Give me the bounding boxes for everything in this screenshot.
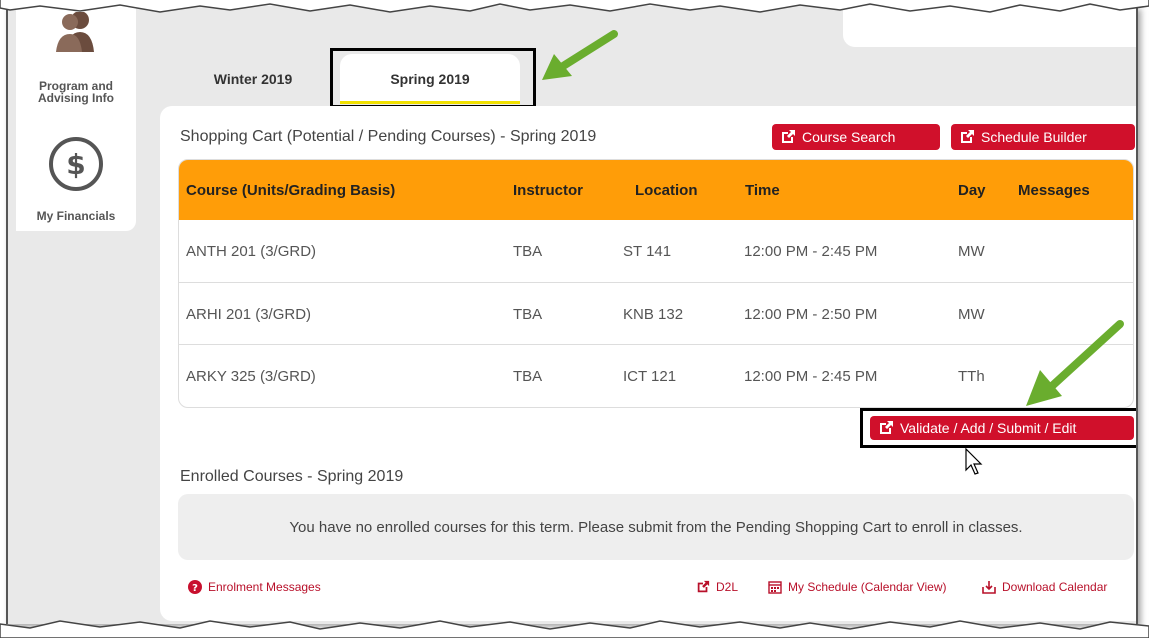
col-course: Course (Units/Grading Basis) (186, 181, 396, 199)
sidebar-item-my-financials[interactable]: $ My Financials (16, 136, 136, 222)
my-schedule-link[interactable]: My Schedule (Calendar View) (768, 578, 947, 596)
cell-instructor: TBA (513, 367, 543, 385)
cell-course: ARKY 325 (3/GRD) (186, 367, 316, 385)
cell-time: 12:00 PM - 2:45 PM (744, 242, 878, 260)
d2l-label: D2L (716, 580, 739, 594)
annotation-arrow-icon (1026, 320, 1124, 406)
cell-time: 12:00 PM - 2:50 PM (744, 305, 878, 323)
external-link-icon (782, 130, 795, 143)
col-time: Time (745, 181, 780, 199)
sidebar: Program and Advising Info $ My Financial… (16, 6, 136, 231)
sidebar-label-program: Program and Advising Info (38, 79, 114, 105)
cell-location: ST 141 (623, 242, 672, 260)
calendar-icon (768, 581, 782, 594)
download-calendar-link[interactable]: Download Calendar (982, 578, 1107, 596)
cell-day: TTh (958, 367, 985, 385)
table-row: ARKY 325 (3/GRD) TBA ICT 121 12:00 PM - … (179, 344, 1133, 406)
torn-edge-top (0, 0, 1149, 13)
cell-course: ARHI 201 (3/GRD) (186, 305, 312, 323)
shopping-cart-title: Shopping Cart (Potential / Pending Cours… (180, 128, 597, 145)
col-location: Location (635, 181, 698, 199)
cell-instructor: TBA (513, 242, 543, 260)
cell-location: KNB 132 (623, 305, 684, 323)
table-row: ANTH 201 (3/GRD) TBA ST 141 12:00 PM - 2… (179, 220, 1133, 282)
sidebar-label-financials: My Financials (36, 209, 116, 223)
cell-location: ICT 121 (623, 367, 677, 385)
d2l-link[interactable]: D2L (696, 578, 738, 596)
cell-day: MW (958, 242, 985, 260)
external-link-icon (961, 130, 974, 143)
shopping-cart-table: Course (Units/Grading Basis) Instructor … (178, 159, 1134, 408)
external-link-icon (697, 580, 710, 593)
download-icon (982, 581, 996, 594)
tab-winter-2019[interactable]: Winter 2019 (178, 54, 328, 104)
table-header: Course (Units/Grading Basis) Instructor … (179, 160, 1133, 220)
col-day: Day (958, 181, 986, 199)
schedule-builder-label: Schedule Builder (981, 129, 1087, 145)
cell-day: MW (958, 305, 985, 323)
table-row: ARHI 201 (3/GRD) TBA KNB 132 12:00 PM - … (179, 282, 1133, 344)
schedule-builder-button[interactable]: Schedule Builder (951, 124, 1135, 150)
mouse-cursor-icon (965, 448, 983, 475)
screenshot-frame: Program and Advising Info $ My Financial… (6, 6, 1138, 624)
dollar-circle-icon: $ (49, 137, 103, 191)
annotation-arrow-icon (542, 30, 618, 80)
course-search-button[interactable]: Course Search (772, 124, 940, 150)
empty-message-text: You have no enrolled courses for this te… (289, 518, 1023, 536)
question-circle-icon: ? (188, 580, 202, 594)
enrolment-messages-link[interactable]: ? Enrolment Messages (188, 578, 321, 596)
download-calendar-label: Download Calendar (1002, 580, 1108, 594)
course-search-label: Course Search (802, 129, 896, 145)
cell-instructor: TBA (513, 305, 543, 323)
col-messages: Messages (1018, 181, 1090, 199)
validate-highlight-box (860, 408, 1136, 448)
col-instructor: Instructor (513, 181, 584, 199)
tab-highlight-box (330, 48, 536, 108)
my-schedule-label: My Schedule (Calendar View) (788, 580, 947, 594)
svg-text:$: $ (66, 148, 85, 181)
svg-text:?: ? (192, 583, 198, 594)
cell-course: ANTH 201 (3/GRD) (186, 242, 317, 260)
enrolled-courses-title: Enrolled Courses - Spring 2019 (180, 468, 404, 485)
cell-time: 12:00 PM - 2:45 PM (744, 367, 878, 385)
enrolment-messages-label: Enrolment Messages (208, 580, 321, 594)
enrolled-empty-message: You have no enrolled courses for this te… (178, 494, 1134, 560)
torn-edge-bottom (0, 620, 1149, 638)
